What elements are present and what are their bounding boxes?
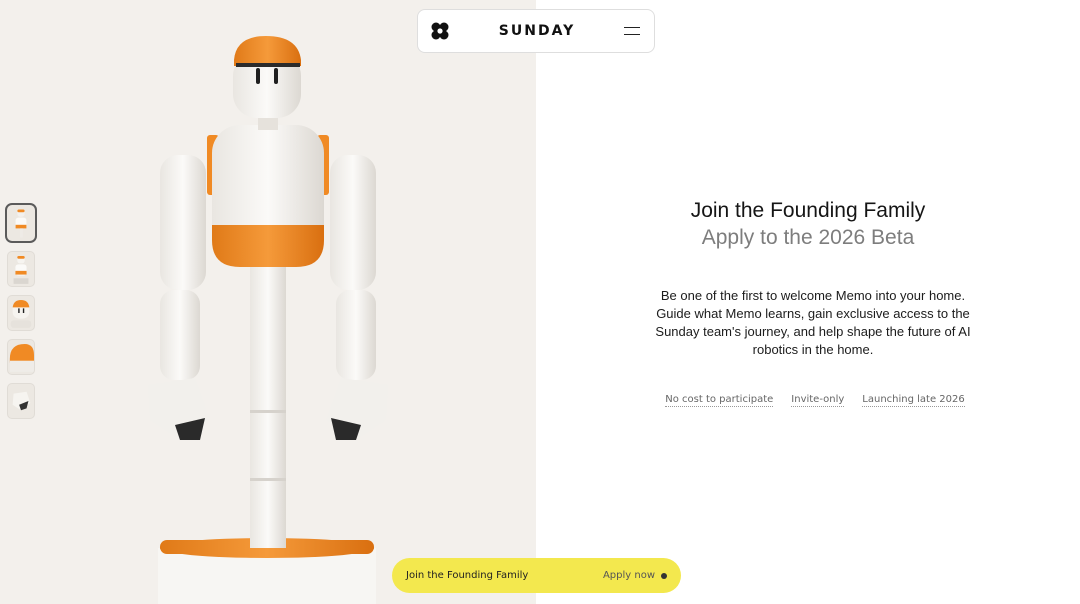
page-subtitle: Apply to the 2026 Beta (701, 226, 915, 249)
robot-illustration (148, 36, 388, 604)
thumbnail-robot-side[interactable] (7, 251, 35, 287)
description: Be one of the first to welcome Memo into… (655, 288, 971, 357)
dot-icon (661, 572, 667, 579)
apply-cta-button[interactable]: Join the Founding Family Apply now (392, 558, 681, 593)
main-content: Join the Founding Family Apply to the 20… (536, 0, 1080, 604)
thumbnail-robot-cap[interactable] (7, 339, 35, 375)
thumbnail-strip (5, 203, 38, 427)
apply-now-label: Apply now (602, 570, 655, 581)
cta-action[interactable]: Apply now (603, 570, 667, 581)
page-title: Join the Founding Family (690, 199, 926, 222)
thumbnail-robot-head[interactable] (7, 295, 35, 331)
tag-no-cost[interactable]: No cost to participate (665, 394, 774, 407)
thumbnail-robot-hand[interactable] (7, 383, 35, 419)
hero-image (0, 0, 536, 604)
tag-invite-only[interactable]: Invite-only (791, 394, 845, 407)
flower-logo-icon[interactable] (430, 21, 450, 41)
thumbnail-robot-front[interactable] (5, 203, 37, 243)
feature-tags: No cost to participate Invite-only Launc… (536, 394, 1080, 407)
tag-launching[interactable]: Launching late 2026 (862, 394, 965, 407)
cta-label: Join the Founding Family (406, 570, 529, 581)
